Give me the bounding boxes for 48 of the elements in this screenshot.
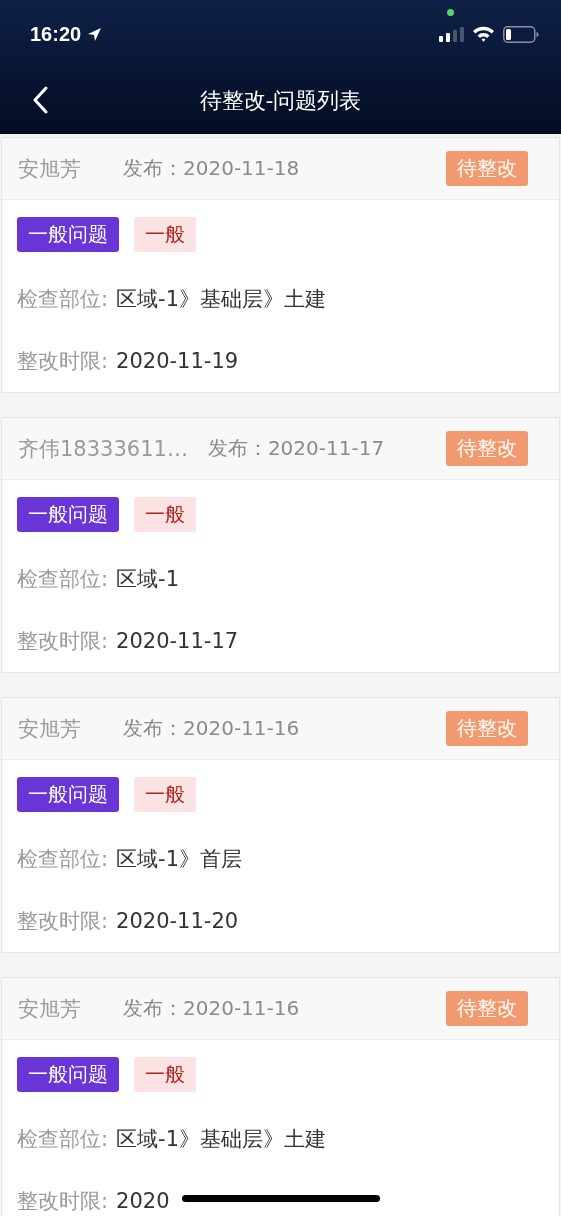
- reporter-name: 安旭芳: [18, 995, 82, 1023]
- field-label: 整改时限:: [17, 1188, 109, 1215]
- status-badge: 待整改: [446, 991, 528, 1026]
- severity-tag: 一般: [134, 497, 196, 532]
- severity-tag: 一般: [134, 1057, 196, 1092]
- publish-date: 发布：2020-11-16: [123, 995, 300, 1022]
- severity-tag: 一般: [134, 777, 196, 812]
- deadline-value: 2020-11-17: [116, 629, 239, 653]
- field-label: 检查部位:: [17, 286, 109, 313]
- category-tag: 一般问题: [17, 497, 119, 532]
- wifi-icon: [472, 26, 495, 42]
- issue-card[interactable]: 安旭芳 发布：2020-11-18 待整改 一般问题 一般 检查部位: 区域-1》基础层》土建 整改时限: 2020-11-19: [1, 137, 560, 393]
- reporter-name: 安旭芳: [18, 715, 82, 743]
- location-value: 区域-1》首层: [116, 846, 243, 873]
- category-tag: 一般问题: [17, 777, 119, 812]
- reporter-name: 齐伟18333611…: [18, 435, 188, 463]
- category-tag: 一般问题: [17, 1057, 119, 1092]
- back-icon: [32, 86, 48, 114]
- location-arrow-icon: [87, 26, 103, 42]
- battery-icon: [503, 25, 539, 43]
- deadline-value: 2020: [116, 1189, 170, 1213]
- severity-tag: 一般: [134, 217, 196, 252]
- privacy-dot-icon: [447, 9, 454, 16]
- issue-card[interactable]: 安旭芳 发布：2020-11-16 待整改 一般问题 一般 检查部位: 区域-1》首层 整改时限: 2020-11-20: [1, 697, 560, 953]
- publish-date: 发布：2020-11-18: [123, 155, 300, 182]
- field-label: 整改时限:: [17, 628, 109, 655]
- issue-card[interactable]: 安旭芳 发布：2020-11-16 待整改 一般问题 一般 检查部位: 区域-1》基础层》土建 整改时限: 2020: [1, 977, 560, 1216]
- field-label: 检查部位:: [17, 1126, 109, 1153]
- field-label: 整改时限:: [17, 908, 109, 935]
- status-time: 16:20: [30, 22, 82, 46]
- location-value: 区域-1: [116, 566, 180, 593]
- deadline-value: 2020-11-20: [116, 909, 239, 933]
- deadline-value: 2020-11-19: [116, 349, 239, 373]
- status-badge: 待整改: [446, 711, 528, 746]
- issue-card[interactable]: 齐伟18333611… 发布：2020-11-17 待整改 一般问题 一般 检查部位: 区域-1 整改时限: 2020-11-17: [1, 417, 560, 673]
- signal-icon: [439, 26, 464, 42]
- page-title: 待整改-问题列表: [199, 87, 362, 115]
- category-tag: 一般问题: [17, 217, 119, 252]
- field-label: 检查部位:: [17, 846, 109, 873]
- publish-date: 发布：2020-11-17: [207, 435, 385, 462]
- location-value: 区域-1》基础层》土建: [116, 1126, 327, 1153]
- status-badge: 待整改: [446, 431, 528, 466]
- publish-date: 发布：2020-11-16: [123, 715, 300, 742]
- field-label: 整改时限:: [17, 348, 109, 375]
- location-value: 区域-1》基础层》土建: [116, 286, 327, 313]
- field-label: 检查部位:: [17, 566, 109, 593]
- reporter-name: 安旭芳: [18, 155, 82, 183]
- status-badge: 待整改: [446, 151, 528, 186]
